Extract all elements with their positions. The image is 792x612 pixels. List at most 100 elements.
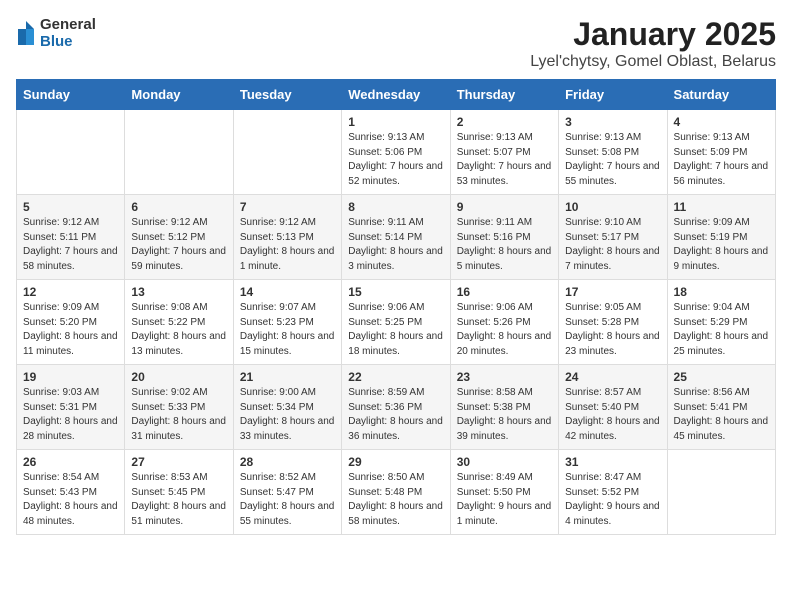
weekday-header: Saturday	[667, 80, 775, 110]
day-number: 30	[457, 455, 552, 469]
day-number: 20	[131, 370, 226, 384]
day-number: 9	[457, 200, 552, 214]
day-number: 4	[674, 115, 769, 129]
day-number: 18	[674, 285, 769, 299]
day-info: Sunrise: 9:11 AM Sunset: 5:14 PM Dayligh…	[348, 216, 443, 274]
calendar-cell: 28Sunrise: 8:52 AM Sunset: 5:47 PM Dayli…	[233, 450, 341, 535]
day-info: Sunrise: 9:13 AM Sunset: 5:06 PM Dayligh…	[348, 131, 443, 189]
day-number: 14	[240, 285, 335, 299]
day-info: Sunrise: 8:57 AM Sunset: 5:40 PM Dayligh…	[565, 386, 660, 444]
calendar-cell: 23 Sunrise: 8:58 AM Sunset: 5:38 PM Dayli…	[450, 365, 558, 450]
day-info: Sunrise: 9:13 AM Sunset: 5:07 PM Dayligh…	[457, 131, 552, 189]
calendar-week-row: 19 Sunrise: 9:03 AM Sunset: 5:31 PM Dayli…	[17, 365, 776, 450]
day-number: 12	[23, 285, 118, 299]
day-info: Sunrise: 8:49 AM Sunset: 5:50 PM Dayligh…	[457, 471, 552, 529]
calendar-cell: 5Sunrise: 9:12 AM Sunset: 5:11 PM Daylig…	[17, 195, 125, 280]
day-info: Sunrise: 9:12 AM Sunset: 5:11 PM Dayligh…	[23, 216, 118, 274]
logo: General Blue	[16, 16, 96, 51]
day-number: 15	[348, 285, 443, 299]
day-number: 6	[131, 200, 226, 214]
calendar-cell: 9 Sunrise: 9:11 AM Sunset: 5:16 PM Daylig…	[450, 195, 558, 280]
day-number: 19	[23, 370, 118, 384]
day-number: 22	[348, 370, 443, 384]
calendar-cell: 15 Sunrise: 9:06 AM Sunset: 5:25 PM Dayli…	[342, 280, 450, 365]
day-number: 8	[348, 200, 443, 214]
weekday-header-row: SundayMondayTuesdayWednesdayThursdayFrid…	[17, 80, 776, 110]
day-info: Sunrise: 9:10 AM Sunset: 5:17 PM Dayligh…	[565, 216, 660, 274]
day-number: 1	[348, 115, 443, 129]
day-info: Sunrise: 9:12 AM Sunset: 5:13 PM Dayligh…	[240, 216, 335, 274]
header: General Blue January 2025 Lyel'chytsy, G…	[16, 16, 776, 71]
day-number: 29	[348, 455, 443, 469]
calendar-cell: 26 Sunrise: 8:54 AM Sunset: 5:43 PM Dayli…	[17, 450, 125, 535]
day-number: 16	[457, 285, 552, 299]
day-info: Sunrise: 8:58 AM Sunset: 5:38 PM Dayligh…	[457, 386, 552, 444]
weekday-header: Thursday	[450, 80, 558, 110]
weekday-header: Monday	[125, 80, 233, 110]
day-info: Sunrise: 9:03 AM Sunset: 5:31 PM Dayligh…	[23, 386, 118, 444]
day-number: 21	[240, 370, 335, 384]
day-number: 7	[240, 200, 335, 214]
weekday-header: Tuesday	[233, 80, 341, 110]
day-info: Sunrise: 8:54 AM Sunset: 5:43 PM Dayligh…	[23, 471, 118, 529]
calendar-cell: 25 Sunrise: 8:56 AM Sunset: 5:41 PM Dayli…	[667, 365, 775, 450]
calendar-cell	[667, 450, 775, 535]
calendar-cell: 3 Sunrise: 9:13 AM Sunset: 5:08 PM Daylig…	[559, 110, 667, 195]
calendar-cell: 1 Sunrise: 9:13 AM Sunset: 5:06 PM Daylig…	[342, 110, 450, 195]
day-number: 26	[23, 455, 118, 469]
day-info: Sunrise: 9:04 AM Sunset: 5:29 PM Dayligh…	[674, 301, 769, 359]
day-number: 31	[565, 455, 660, 469]
calendar-cell: 21Sunrise: 9:00 AM Sunset: 5:34 PM Dayli…	[233, 365, 341, 450]
logo-text: General Blue	[40, 16, 96, 51]
calendar-cell	[125, 110, 233, 195]
calendar-week-row: 1 Sunrise: 9:13 AM Sunset: 5:06 PM Daylig…	[17, 110, 776, 195]
logo-line1: General	[40, 16, 96, 33]
calendar-cell: 19 Sunrise: 9:03 AM Sunset: 5:31 PM Dayli…	[17, 365, 125, 450]
weekday-header: Friday	[559, 80, 667, 110]
logo-icon	[16, 19, 36, 47]
calendar-cell	[233, 110, 341, 195]
day-info: Sunrise: 8:59 AM Sunset: 5:36 PM Dayligh…	[348, 386, 443, 444]
calendar-cell: 4Sunrise: 9:13 AM Sunset: 5:09 PM Daylig…	[667, 110, 775, 195]
day-info: Sunrise: 9:07 AM Sunset: 5:23 PM Dayligh…	[240, 301, 335, 359]
day-info: Sunrise: 9:09 AM Sunset: 5:19 PM Dayligh…	[674, 216, 769, 274]
day-number: 25	[674, 370, 769, 384]
logo-line2: Blue	[40, 33, 96, 50]
weekday-header: Sunday	[17, 80, 125, 110]
day-info: Sunrise: 9:11 AM Sunset: 5:16 PM Dayligh…	[457, 216, 552, 274]
day-info: Sunrise: 9:13 AM Sunset: 5:08 PM Dayligh…	[565, 131, 660, 189]
day-number: 11	[674, 200, 769, 214]
calendar-cell: 14 Sunrise: 9:07 AM Sunset: 5:23 PM Dayli…	[233, 280, 341, 365]
calendar-cell: 29Sunrise: 8:50 AM Sunset: 5:48 PM Dayli…	[342, 450, 450, 535]
day-info: Sunrise: 8:56 AM Sunset: 5:41 PM Dayligh…	[674, 386, 769, 444]
calendar-cell: 6Sunrise: 9:12 AM Sunset: 5:12 PM Daylig…	[125, 195, 233, 280]
day-number: 10	[565, 200, 660, 214]
calendar-week-row: 12 Sunrise: 9:09 AM Sunset: 5:20 PM Dayli…	[17, 280, 776, 365]
calendar-cell: 17Sunrise: 9:05 AM Sunset: 5:28 PM Dayli…	[559, 280, 667, 365]
calendar-cell: 24Sunrise: 8:57 AM Sunset: 5:40 PM Dayli…	[559, 365, 667, 450]
calendar-cell: 27 Sunrise: 8:53 AM Sunset: 5:45 PM Dayli…	[125, 450, 233, 535]
calendar-cell: 20 Sunrise: 9:02 AM Sunset: 5:33 PM Dayli…	[125, 365, 233, 450]
calendar-cell: 7 Sunrise: 9:12 AM Sunset: 5:13 PM Daylig…	[233, 195, 341, 280]
calendar-cell: 8 Sunrise: 9:11 AM Sunset: 5:14 PM Daylig…	[342, 195, 450, 280]
calendar-cell: 13Sunrise: 9:08 AM Sunset: 5:22 PM Dayli…	[125, 280, 233, 365]
calendar: SundayMondayTuesdayWednesdayThursdayFrid…	[16, 79, 776, 535]
day-info: Sunrise: 8:52 AM Sunset: 5:47 PM Dayligh…	[240, 471, 335, 529]
calendar-cell: 11 Sunrise: 9:09 AM Sunset: 5:19 PM Dayli…	[667, 195, 775, 280]
calendar-cell: 30 Sunrise: 8:49 AM Sunset: 5:50 PM Dayli…	[450, 450, 558, 535]
calendar-cell: 16 Sunrise: 9:06 AM Sunset: 5:26 PM Dayli…	[450, 280, 558, 365]
calendar-cell: 10 Sunrise: 9:10 AM Sunset: 5:17 PM Dayli…	[559, 195, 667, 280]
day-info: Sunrise: 9:06 AM Sunset: 5:26 PM Dayligh…	[457, 301, 552, 359]
day-info: Sunrise: 9:09 AM Sunset: 5:20 PM Dayligh…	[23, 301, 118, 359]
day-number: 3	[565, 115, 660, 129]
day-info: Sunrise: 9:08 AM Sunset: 5:22 PM Dayligh…	[131, 301, 226, 359]
day-info: Sunrise: 9:06 AM Sunset: 5:25 PM Dayligh…	[348, 301, 443, 359]
day-number: 27	[131, 455, 226, 469]
day-number: 23	[457, 370, 552, 384]
calendar-week-row: 26 Sunrise: 8:54 AM Sunset: 5:43 PM Dayli…	[17, 450, 776, 535]
day-info: Sunrise: 8:53 AM Sunset: 5:45 PM Dayligh…	[131, 471, 226, 529]
page-title: January 2025	[530, 16, 776, 53]
page-subtitle: Lyel'chytsy, Gomel Oblast, Belarus	[530, 53, 776, 71]
calendar-cell: 12 Sunrise: 9:09 AM Sunset: 5:20 PM Dayli…	[17, 280, 125, 365]
day-info: Sunrise: 9:02 AM Sunset: 5:33 PM Dayligh…	[131, 386, 226, 444]
